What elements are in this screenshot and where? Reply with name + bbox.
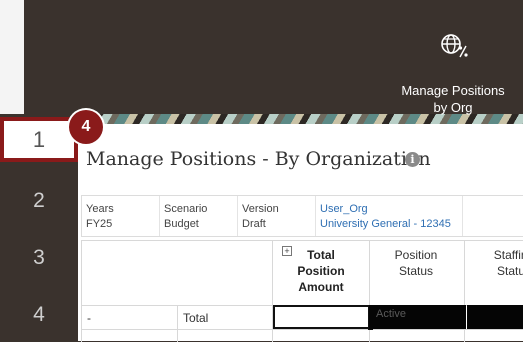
pov-version-value: Draft (242, 218, 266, 230)
pov-years-label: Years (86, 203, 114, 215)
step-4[interactable]: 4 (0, 303, 78, 327)
page-title: Manage Positions - By Organization (86, 148, 431, 170)
pov-divider (315, 196, 316, 236)
pov-divider (462, 196, 463, 236)
pov-divider (237, 196, 238, 236)
pov-version[interactable]: Version Draft (242, 202, 279, 232)
selected-cell-total-position-amount[interactable] (273, 305, 370, 329)
pov-user-org-value: University General - 12345 (320, 218, 451, 230)
pov-version-label: Version (242, 203, 279, 215)
callout-badge: 4 (69, 110, 103, 144)
step-2[interactable]: 2 (0, 189, 78, 213)
tile-manage-positions-label[interactable]: Manage Positions by Org (388, 82, 518, 116)
grid-border (81, 241, 82, 342)
step-3[interactable]: 3 (0, 246, 78, 270)
pov-user-org-label: User_Org (320, 203, 368, 215)
row-divider (81, 329, 523, 330)
cell-staffing-status[interactable] (467, 305, 523, 329)
pov-scenario-value: Budget (164, 218, 199, 230)
pov-divider (159, 196, 160, 236)
step-1-label: 1 (32, 127, 46, 152)
rail-top-blank (0, 0, 24, 114)
pov-bar: Years FY25 Scenario Budget Version Draft… (81, 195, 523, 237)
header-total-position-amount[interactable]: Total Position Amount (281, 247, 361, 295)
step-1[interactable]: 1 (0, 117, 78, 162)
cell-position-status-value: Active (376, 308, 406, 320)
row-1-dim-1[interactable]: - (87, 311, 91, 325)
header-staffing-status[interactable]: StaffingStatus (469, 247, 523, 279)
pov-scenario[interactable]: Scenario Budget (164, 202, 207, 232)
pov-years-value: FY25 (86, 218, 113, 230)
pov-scenario-label: Scenario (164, 203, 208, 215)
grid-border (177, 305, 178, 342)
row-1-dim-2[interactable]: Total (183, 311, 208, 325)
pov-user-org[interactable]: User_Org University General - 12345 (320, 202, 451, 232)
pov-years[interactable]: Years FY25 (86, 202, 114, 232)
header-position-status[interactable]: Position Status (371, 247, 461, 279)
info-icon[interactable]: i (405, 152, 420, 167)
globe-percent-icon[interactable] (437, 30, 473, 62)
